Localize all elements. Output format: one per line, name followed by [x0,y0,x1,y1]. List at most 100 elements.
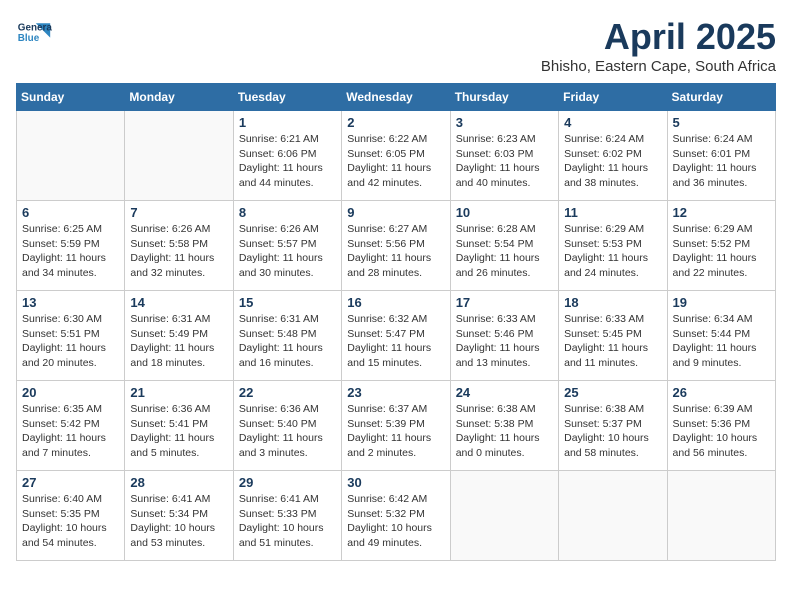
svg-text:General: General [18,22,52,33]
calendar-day-cell: 19 Sunrise: 6:34 AM Sunset: 5:44 PM Dayli… [667,291,775,381]
day-number: 23 [347,385,444,400]
day-number: 26 [673,385,770,400]
calendar-header-cell: Saturday [667,84,775,111]
day-number: 5 [673,115,770,130]
day-info: Sunrise: 6:26 AM Sunset: 5:58 PM Dayligh… [130,222,227,281]
calendar-header-cell: Sunday [17,84,125,111]
calendar-day-cell: 29 Sunrise: 6:41 AM Sunset: 5:33 PM Dayli… [233,471,341,561]
calendar-week-row: 20 Sunrise: 6:35 AM Sunset: 5:42 PM Dayli… [17,381,776,471]
calendar-day-cell [17,111,125,201]
day-info: Sunrise: 6:39 AM Sunset: 5:36 PM Dayligh… [673,402,770,461]
calendar-day-cell: 16Sunrise: 6:32 AM Sunset: 5:47 PM Dayli… [342,291,450,381]
calendar-day-cell: 27Sunrise: 6:40 AM Sunset: 5:35 PM Dayli… [17,471,125,561]
calendar-day-cell: 12 Sunrise: 6:29 AM Sunset: 5:52 PM Dayli… [667,201,775,291]
day-number: 25 [564,385,661,400]
calendar-day-cell: 28 Sunrise: 6:41 AM Sunset: 5:34 PM Dayli… [125,471,233,561]
calendar-body: 1 Sunrise: 6:21 AM Sunset: 6:06 PM Daylig… [17,111,776,561]
day-info: Sunrise: 6:24 AM Sunset: 6:01 PM Dayligh… [673,132,770,191]
calendar-header-cell: Tuesday [233,84,341,111]
day-info: Sunrise: 6:35 AM Sunset: 5:42 PM Dayligh… [22,402,119,461]
day-number: 16 [347,295,444,310]
day-info: Sunrise: 6:31 AM Sunset: 5:48 PM Dayligh… [239,312,336,371]
day-number: 20 [22,385,119,400]
day-number: 29 [239,475,336,490]
title-block: April 2025 Bhisho, Eastern Cape, South A… [541,16,776,75]
calendar-day-cell [125,111,233,201]
day-info: Sunrise: 6:38 AM Sunset: 5:38 PM Dayligh… [456,402,553,461]
day-info: Sunrise: 6:36 AM Sunset: 5:41 PM Dayligh… [130,402,227,461]
calendar-day-cell: 15 Sunrise: 6:31 AM Sunset: 5:48 PM Dayli… [233,291,341,381]
calendar-day-cell: 2Sunrise: 6:22 AM Sunset: 6:05 PM Daylig… [342,111,450,201]
calendar-week-row: 13 Sunrise: 6:30 AM Sunset: 5:51 PM Dayli… [17,291,776,381]
day-info: Sunrise: 6:36 AM Sunset: 5:40 PM Dayligh… [239,402,336,461]
day-number: 7 [130,205,227,220]
day-number: 28 [130,475,227,490]
day-info: Sunrise: 6:41 AM Sunset: 5:34 PM Dayligh… [130,492,227,551]
day-info: Sunrise: 6:38 AM Sunset: 5:37 PM Dayligh… [564,402,661,461]
calendar-day-cell: 26 Sunrise: 6:39 AM Sunset: 5:36 PM Dayli… [667,381,775,471]
calendar-header-row: SundayMondayTuesdayWednesdayThursdayFrid… [17,84,776,111]
calendar-week-row: 6 Sunrise: 6:25 AM Sunset: 5:59 PM Daylig… [17,201,776,291]
day-number: 30 [347,475,444,490]
day-info: Sunrise: 6:30 AM Sunset: 5:51 PM Dayligh… [22,312,119,371]
page-header: General Blue April 2025 Bhisho, Eastern … [16,16,776,75]
day-number: 24 [456,385,553,400]
calendar-day-cell: 18 Sunrise: 6:33 AM Sunset: 5:45 PM Dayli… [559,291,667,381]
calendar-day-cell: 25 Sunrise: 6:38 AM Sunset: 5:37 PM Dayli… [559,381,667,471]
month-title: April 2025 [541,16,776,58]
day-number: 4 [564,115,661,130]
day-number: 13 [22,295,119,310]
day-number: 19 [673,295,770,310]
day-info: Sunrise: 6:34 AM Sunset: 5:44 PM Dayligh… [673,312,770,371]
day-info: Sunrise: 6:33 AM Sunset: 5:46 PM Dayligh… [456,312,553,371]
day-number: 3 [456,115,553,130]
day-number: 17 [456,295,553,310]
day-info: Sunrise: 6:37 AM Sunset: 5:39 PM Dayligh… [347,402,444,461]
calendar-day-cell: 11Sunrise: 6:29 AM Sunset: 5:53 PM Dayli… [559,201,667,291]
day-number: 2 [347,115,444,130]
day-number: 8 [239,205,336,220]
calendar-day-cell: 21Sunrise: 6:36 AM Sunset: 5:41 PM Dayli… [125,381,233,471]
day-info: Sunrise: 6:28 AM Sunset: 5:54 PM Dayligh… [456,222,553,281]
day-info: Sunrise: 6:42 AM Sunset: 5:32 PM Dayligh… [347,492,444,551]
calendar-header-cell: Friday [559,84,667,111]
day-info: Sunrise: 6:27 AM Sunset: 5:56 PM Dayligh… [347,222,444,281]
day-info: Sunrise: 6:21 AM Sunset: 6:06 PM Dayligh… [239,132,336,191]
day-number: 12 [673,205,770,220]
calendar-week-row: 1 Sunrise: 6:21 AM Sunset: 6:06 PM Daylig… [17,111,776,201]
calendar-day-cell: 20 Sunrise: 6:35 AM Sunset: 5:42 PM Dayli… [17,381,125,471]
calendar-day-cell [559,471,667,561]
day-info: Sunrise: 6:41 AM Sunset: 5:33 PM Dayligh… [239,492,336,551]
calendar-table: SundayMondayTuesdayWednesdayThursdayFrid… [16,83,776,561]
day-number: 6 [22,205,119,220]
day-info: Sunrise: 6:26 AM Sunset: 5:57 PM Dayligh… [239,222,336,281]
calendar-day-cell: 3 Sunrise: 6:23 AM Sunset: 6:03 PM Daylig… [450,111,558,201]
day-info: Sunrise: 6:24 AM Sunset: 6:02 PM Dayligh… [564,132,661,191]
day-number: 10 [456,205,553,220]
day-number: 15 [239,295,336,310]
day-info: Sunrise: 6:25 AM Sunset: 5:59 PM Dayligh… [22,222,119,281]
calendar-day-cell: 13 Sunrise: 6:30 AM Sunset: 5:51 PM Dayli… [17,291,125,381]
day-info: Sunrise: 6:31 AM Sunset: 5:49 PM Dayligh… [130,312,227,371]
day-number: 1 [239,115,336,130]
calendar-day-cell [667,471,775,561]
day-info: Sunrise: 6:33 AM Sunset: 5:45 PM Dayligh… [564,312,661,371]
calendar-week-row: 27Sunrise: 6:40 AM Sunset: 5:35 PM Dayli… [17,471,776,561]
day-number: 11 [564,205,661,220]
calendar-day-cell: 10 Sunrise: 6:28 AM Sunset: 5:54 PM Dayli… [450,201,558,291]
day-info: Sunrise: 6:40 AM Sunset: 5:35 PM Dayligh… [22,492,119,551]
calendar-day-cell: 30 Sunrise: 6:42 AM Sunset: 5:32 PM Dayli… [342,471,450,561]
day-number: 14 [130,295,227,310]
svg-text:Blue: Blue [18,33,40,44]
calendar-day-cell: 9Sunrise: 6:27 AM Sunset: 5:56 PM Daylig… [342,201,450,291]
day-info: Sunrise: 6:23 AM Sunset: 6:03 PM Dayligh… [456,132,553,191]
day-info: Sunrise: 6:29 AM Sunset: 5:52 PM Dayligh… [673,222,770,281]
calendar-day-cell: 17 Sunrise: 6:33 AM Sunset: 5:46 PM Dayli… [450,291,558,381]
calendar-day-cell: 14 Sunrise: 6:31 AM Sunset: 5:49 PM Dayli… [125,291,233,381]
calendar-header-cell: Wednesday [342,84,450,111]
calendar-header-cell: Thursday [450,84,558,111]
calendar-day-cell: 6 Sunrise: 6:25 AM Sunset: 5:59 PM Daylig… [17,201,125,291]
logo: General Blue [16,16,56,52]
day-number: 22 [239,385,336,400]
day-number: 18 [564,295,661,310]
